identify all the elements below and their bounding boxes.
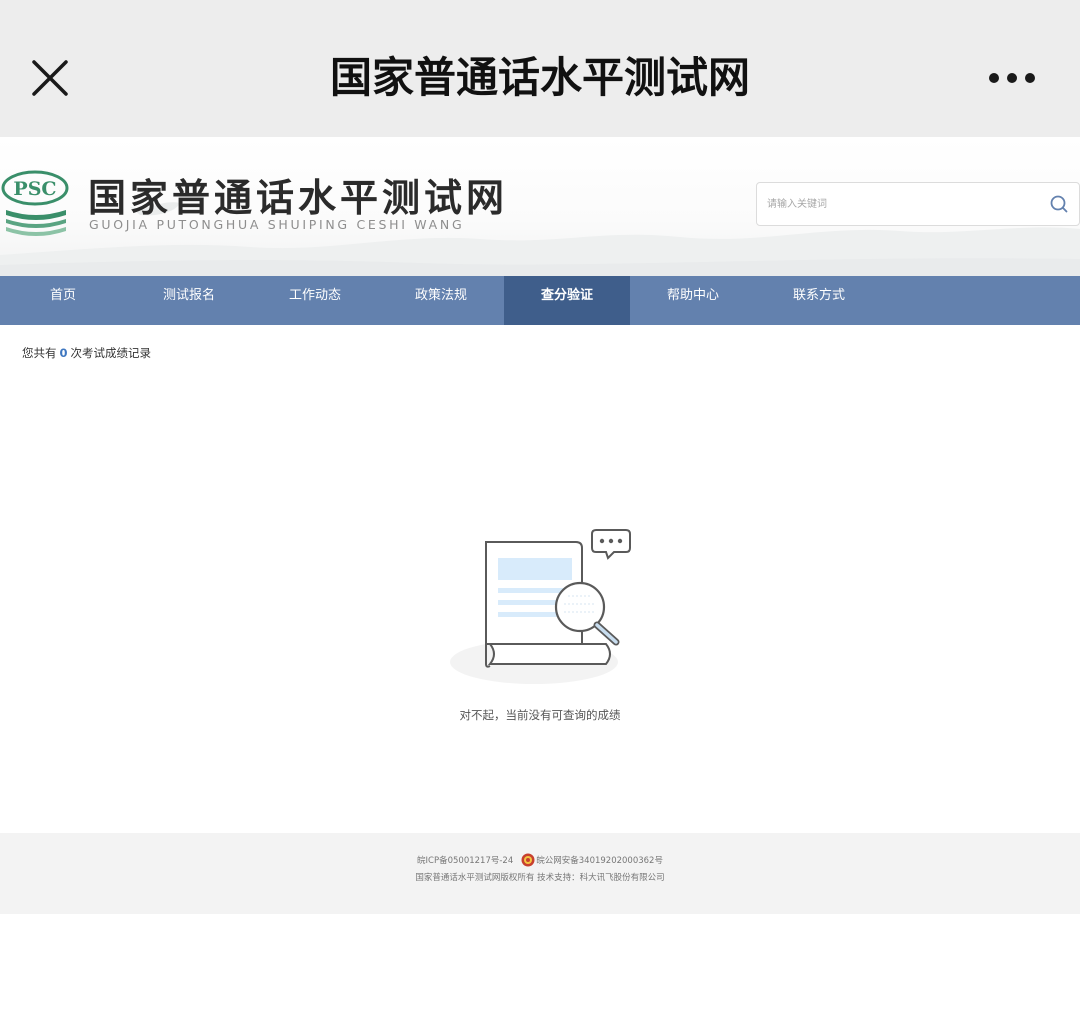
site-header: PSC 国家普通话水平测试网 GUOJIA PUTONGHUA SHUIPING… <box>0 137 1080 276</box>
summary-suffix: 次考试成绩记录 <box>70 346 152 360</box>
app-title: 国家普通话水平测试网 <box>329 53 750 102</box>
nav-item-policy[interactable]: 政策法规 <box>378 276 504 325</box>
footer-copyright: 国家普通话水平测试网版权所有 技术支持：科大讯飞股份有限公司 <box>415 873 665 883</box>
site-footer: 皖ICP备05001217号-24 皖公网安备34019202000362号 国家… <box>0 833 1080 914</box>
logo-subtitle: GUOJIA PUTONGHUA SHUIPING CESHI WANG <box>89 217 465 232</box>
search-input[interactable] <box>767 183 1037 225</box>
nav-item-help[interactable]: 帮助中心 <box>630 276 756 325</box>
empty-message: 对不起，当前没有可查询的成绩 <box>459 708 621 722</box>
icp-record[interactable]: 皖ICP备05001217号-24 <box>417 856 513 866</box>
more-options-icon[interactable] <box>982 58 1042 98</box>
summary-prefix: 您共有 <box>22 346 57 360</box>
police-record[interactable]: 皖公网安备34019202000362号 <box>536 856 663 866</box>
footer-records: 皖ICP备05001217号-24 皖公网安备34019202000362号 <box>0 853 1080 867</box>
psc-logo[interactable]: PSC <box>0 170 72 240</box>
app-bar: 国家普通话水平测试网 <box>0 0 1080 137</box>
logo-title: 国家普通话水平测试网 <box>88 175 509 220</box>
nav-item-score-check[interactable]: 查分验证 <box>504 276 630 325</box>
search-box <box>756 182 1080 226</box>
nav-item-home[interactable]: 首页 <box>0 276 126 325</box>
search-icon[interactable] <box>1047 192 1071 216</box>
record-count: 0 <box>59 346 68 360</box>
nav-item-registration[interactable]: 测试报名 <box>126 276 252 325</box>
police-badge-icon <box>521 853 535 867</box>
no-results-illustration <box>446 526 636 686</box>
main-nav: 首页 测试报名 工作动态 政策法规 查分验证 帮助中心 联系方式 <box>0 276 1080 325</box>
logo-badge-text: PSC <box>13 178 56 200</box>
record-summary: 您共有 0 次考试成绩记录 <box>22 345 151 361</box>
nav-item-news[interactable]: 工作动态 <box>252 276 378 325</box>
nav-item-contact[interactable]: 联系方式 <box>756 276 882 325</box>
